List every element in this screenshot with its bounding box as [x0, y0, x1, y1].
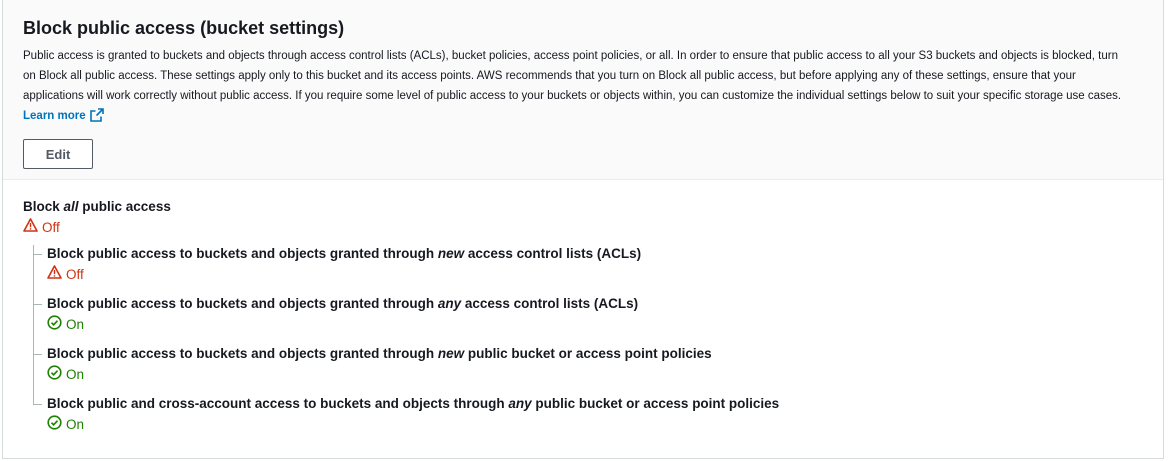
description-text: Public access is granted to buckets and …	[23, 50, 1122, 102]
setting-item-new-acls: Block public access to buckets and objec…	[33, 245, 1143, 284]
setting-label: Block public and cross-account access to…	[47, 395, 1143, 413]
setting-label-em: new	[437, 346, 465, 361]
setting-status: On	[47, 365, 1143, 385]
check-circle-icon	[47, 415, 66, 435]
setting-item-new-policies: Block public access to buckets and objec…	[33, 345, 1143, 384]
status-text: Off	[66, 266, 84, 282]
block-all-label-em: all	[63, 199, 79, 214]
block-all-label-post: public access	[78, 199, 171, 214]
setting-status: On	[47, 415, 1143, 435]
panel-header: Block public access (bucket settings) Pu…	[3, 0, 1163, 180]
setting-label-pre: Block public access to buckets and objec…	[47, 346, 438, 361]
setting-item-any-policies: Block public and cross-account access to…	[33, 395, 1143, 434]
block-all-label: Block all public access	[23, 198, 1143, 216]
setting-item-any-acls: Block public access to buckets and objec…	[33, 295, 1143, 334]
learn-more-link[interactable]: Learn more	[23, 108, 104, 122]
setting-label-pre: Block public access to buckets and objec…	[47, 246, 438, 261]
edit-button[interactable]: Edit	[23, 139, 93, 169]
setting-label: Block public access to buckets and objec…	[47, 295, 1143, 313]
setting-label-post: access control lists (ACLs)	[461, 296, 639, 311]
setting-status: Off	[47, 265, 1143, 284]
block-all-status: Off	[23, 218, 1143, 237]
learn-more-label: Learn more	[23, 110, 86, 122]
status-text: Off	[42, 219, 60, 235]
setting-label: Block public access to buckets and objec…	[47, 245, 1143, 263]
setting-label-em: any	[437, 296, 462, 311]
panel-title: Block public access (bucket settings)	[23, 18, 345, 38]
check-circle-icon	[47, 365, 66, 385]
block-all-label-pre: Block	[23, 199, 64, 214]
settings-body: Block all public access Off Block public…	[3, 180, 1163, 461]
panel-description: Public access is granted to buckets and …	[23, 46, 1133, 129]
setting-label-post: public bucket or access point policies	[531, 396, 780, 411]
status-text: On	[66, 417, 85, 432]
block-public-access-panel: Block public access (bucket settings) Pu…	[2, 0, 1164, 459]
setting-label-pre: Block public access to buckets and objec…	[47, 296, 438, 311]
setting-label-post: public bucket or access point policies	[464, 346, 712, 361]
warning-icon	[23, 218, 42, 237]
setting-label-pre: Block public and cross-account access to…	[47, 396, 509, 411]
settings-tree: Block public access to buckets and objec…	[33, 245, 1143, 434]
status-text: On	[66, 367, 85, 382]
setting-label-em: any	[508, 396, 532, 411]
setting-label-post: access control lists (ACLs)	[464, 246, 642, 261]
setting-label: Block public access to buckets and objec…	[47, 345, 1143, 363]
external-link-icon	[89, 108, 104, 129]
setting-status: On	[47, 315, 1143, 335]
check-circle-icon	[47, 315, 66, 335]
warning-icon	[47, 265, 66, 284]
status-text: On	[66, 317, 85, 332]
setting-label-em: new	[437, 246, 465, 261]
